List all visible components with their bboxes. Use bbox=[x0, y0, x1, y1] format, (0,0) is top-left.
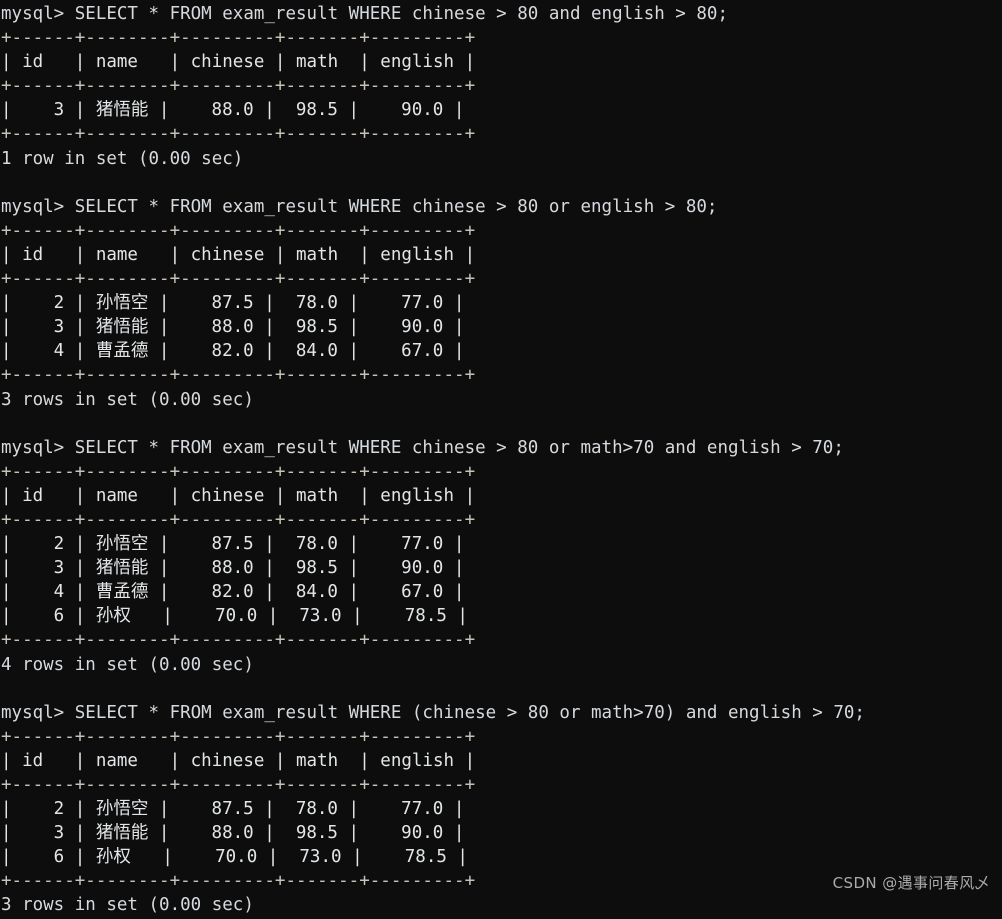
table-header-row: | id | name | chinese | math | english | bbox=[1, 750, 476, 771]
query-line: mysql> SELECT * FROM exam_result WHERE c… bbox=[1, 4, 728, 24]
table-row: | 3 | 猪悟能 | 88.0 | 98.5 | 90.0 | bbox=[1, 823, 465, 844]
table-separator: +------+--------+---------+-------+-----… bbox=[1, 365, 476, 386]
status-line: 4 rows in set (0.00 sec) bbox=[1, 654, 254, 675]
status-line: 1 row in set (0.00 sec) bbox=[1, 148, 244, 169]
table-row: | 3 | 猪悟能 | 88.0 | 98.5 | 90.0 | bbox=[1, 100, 465, 121]
watermark: CSDN @遇事问春风乄 bbox=[832, 873, 990, 892]
table-separator: +------+--------+---------+-------+-----… bbox=[1, 509, 476, 530]
table-row: | 2 | 孙悟空 | 87.5 | 78.0 | 77.0 | bbox=[1, 534, 465, 555]
table-header-row: | id | name | chinese | math | english | bbox=[1, 52, 476, 73]
table-row: | 2 | 孙悟空 | 87.5 | 78.0 | 77.0 | bbox=[1, 293, 465, 314]
table-separator: +------+--------+---------+-------+-----… bbox=[1, 461, 476, 482]
table-separator: +------+--------+---------+-------+-----… bbox=[1, 630, 476, 651]
status-line: 3 rows in set (0.00 sec) bbox=[1, 895, 254, 916]
query-line: mysql> SELECT * FROM exam_result WHERE c… bbox=[1, 437, 844, 458]
query-line: mysql> SELECT * FROM exam_result WHERE (… bbox=[1, 702, 865, 723]
table-separator: +------+--------+---------+-------+-----… bbox=[1, 726, 476, 747]
status-line: 3 rows in set (0.00 sec) bbox=[1, 389, 254, 410]
table-row: | 6 | 孙权 | 70.0 | 73.0 | 78.5 | bbox=[1, 606, 468, 627]
table-row: | 3 | 猪悟能 | 88.0 | 98.5 | 90.0 | bbox=[1, 558, 465, 579]
table-row: | 6 | 孙权 | 70.0 | 73.0 | 78.5 | bbox=[1, 847, 468, 868]
table-separator: +------+--------+---------+-------+-----… bbox=[1, 220, 476, 241]
table-row: | 4 | 曹孟德 | 82.0 | 84.0 | 67.0 | bbox=[1, 582, 465, 603]
table-row: | 2 | 孙悟空 | 87.5 | 78.0 | 77.0 | bbox=[1, 799, 465, 820]
table-separator: +------+--------+---------+-------+-----… bbox=[1, 76, 476, 97]
terminal-window[interactable]: mysql> SELECT * FROM exam_result WHERE c… bbox=[0, 0, 1002, 919]
table-separator: +------+--------+---------+-------+-----… bbox=[1, 28, 476, 49]
table-separator: +------+--------+---------+-------+-----… bbox=[1, 269, 476, 290]
table-separator: +------+--------+---------+-------+-----… bbox=[1, 124, 476, 145]
table-header-row: | id | name | chinese | math | english | bbox=[1, 244, 476, 265]
table-row: | 3 | 猪悟能 | 88.0 | 98.5 | 90.0 | bbox=[1, 317, 465, 338]
query-line: mysql> SELECT * FROM exam_result WHERE c… bbox=[1, 196, 718, 217]
table-row: | 4 | 曹孟德 | 82.0 | 84.0 | 67.0 | bbox=[1, 341, 465, 362]
table-header-row: | id | name | chinese | math | english | bbox=[1, 485, 476, 506]
table-separator: +------+--------+---------+-------+-----… bbox=[1, 775, 476, 795]
